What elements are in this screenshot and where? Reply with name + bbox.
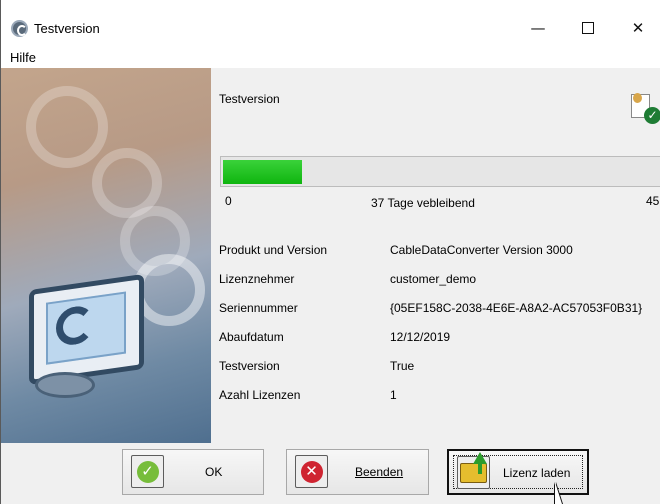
- quit-label: Beenden: [355, 465, 404, 479]
- trial-version-label: Testversion: [219, 359, 280, 373]
- remaining-days-label: 37 Tage vebleibend: [371, 196, 475, 210]
- maximize-button[interactable]: [566, 13, 610, 43]
- expiry-date-value: 12/12/2019: [390, 330, 451, 344]
- testversion-window: Testversion — ✕ Hilfe Testversion ✓ 0 37…: [0, 0, 660, 504]
- product-version-value: CableDataConverter Version 3000: [390, 243, 573, 257]
- license-count-value: 1: [390, 388, 397, 402]
- red-x-icon: ✕: [295, 455, 328, 488]
- trial-version-value: True: [390, 359, 415, 373]
- maximize-icon: [582, 22, 594, 34]
- load-license-label: Lizenz laden: [503, 466, 571, 480]
- window-title: Testversion: [34, 21, 100, 36]
- progress-fill: [223, 160, 303, 184]
- licensee-value: customer_demo: [390, 272, 477, 286]
- license-count-label: Azahl Lizenzen: [219, 388, 301, 402]
- ok-button[interactable]: ✓ OK: [122, 449, 264, 495]
- close-button[interactable]: ✕: [616, 13, 660, 43]
- check-icon: ✓: [644, 107, 660, 124]
- license-illustration: [1, 68, 211, 443]
- copyright-decoration-icon: [26, 86, 108, 168]
- quit-button[interactable]: ✕ Beenden: [286, 449, 429, 495]
- certificate-check-icon: ✓: [630, 92, 660, 124]
- minimize-button[interactable]: —: [516, 13, 560, 43]
- green-check-icon: ✓: [131, 455, 164, 488]
- title-bar: Testversion — ✕: [1, 0, 660, 48]
- copyright-icon: [11, 20, 28, 37]
- folder-upload-icon: [457, 451, 490, 489]
- menu-item-hilfe[interactable]: Hilfe: [10, 50, 36, 65]
- folder-icon: [460, 451, 487, 483]
- serial-number-label: Seriennummer: [219, 301, 298, 315]
- mouse-pointer-icon: [555, 482, 562, 504]
- expiry-date-label: Abaufdatum: [219, 330, 284, 344]
- licensee-label: Lizenznehmer: [219, 272, 295, 286]
- certificate-seal-icon: [633, 93, 642, 103]
- monitor-stand-icon: [35, 372, 95, 398]
- progress-end-label: 45: [646, 194, 660, 208]
- product-version-label: Produkt und Version: [219, 243, 328, 257]
- upload-arrow-icon: [473, 451, 487, 474]
- load-license-button[interactable]: Lizenz laden: [447, 449, 589, 495]
- serial-number-value: {05EF158C-2038-4E6E-A8A2-AC57053F0B31}: [390, 301, 643, 315]
- menu-bar: Hilfe: [1, 48, 660, 68]
- monitor-icon: [29, 273, 144, 386]
- progress-start-label: 0: [225, 194, 232, 208]
- ok-label: OK: [205, 465, 223, 479]
- content-heading: Testversion: [219, 92, 280, 106]
- trial-progress-bar: [220, 156, 660, 187]
